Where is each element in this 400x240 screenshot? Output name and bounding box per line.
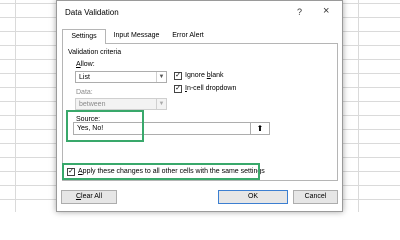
- chevron-down-icon: ▼: [156, 72, 166, 82]
- data-value: between: [79, 101, 106, 108]
- tab-settings[interactable]: Settings: [62, 29, 106, 44]
- validation-criteria-heading: Validation criteria: [68, 49, 122, 56]
- data-label: Data:: [76, 89, 93, 96]
- dialog-title: Data Validation: [65, 8, 119, 17]
- ignore-blank-checkbox[interactable]: ✓: [174, 72, 182, 80]
- allow-value: List: [79, 74, 90, 81]
- data-dropdown[interactable]: between ▼: [75, 98, 167, 110]
- ok-button[interactable]: OK: [218, 190, 288, 204]
- ignore-blank-label: Ignore blank: [185, 72, 224, 79]
- cancel-button[interactable]: Cancel: [293, 190, 338, 204]
- help-icon[interactable]: ?: [297, 7, 302, 17]
- close-icon[interactable]: ×: [323, 5, 329, 17]
- tab-error-alert[interactable]: Error Alert: [168, 29, 208, 43]
- apply-all-highlight-box: [62, 163, 260, 180]
- in-cell-dropdown-label: In-cell dropdown: [185, 85, 237, 92]
- allow-dropdown[interactable]: List ▼: [75, 71, 167, 83]
- allow-label: Allow:: [76, 61, 95, 68]
- range-select-icon: ⬆: [256, 124, 264, 133]
- in-cell-dropdown-checkbox[interactable]: ✓: [174, 85, 182, 93]
- source-highlight-box: [66, 110, 144, 142]
- data-validation-dialog: Data Validation ? × Settings Input Messa…: [56, 0, 343, 212]
- clear-all-button[interactable]: Clear All: [61, 190, 117, 204]
- chevron-down-icon: ▼: [156, 99, 166, 109]
- tab-input-message[interactable]: Input Message: [111, 29, 162, 43]
- title-bar[interactable]: Data Validation ? ×: [57, 1, 342, 23]
- tab-strip: Settings Input Message Error Alert: [62, 29, 338, 44]
- collapse-range-button[interactable]: ⬆: [250, 123, 269, 134]
